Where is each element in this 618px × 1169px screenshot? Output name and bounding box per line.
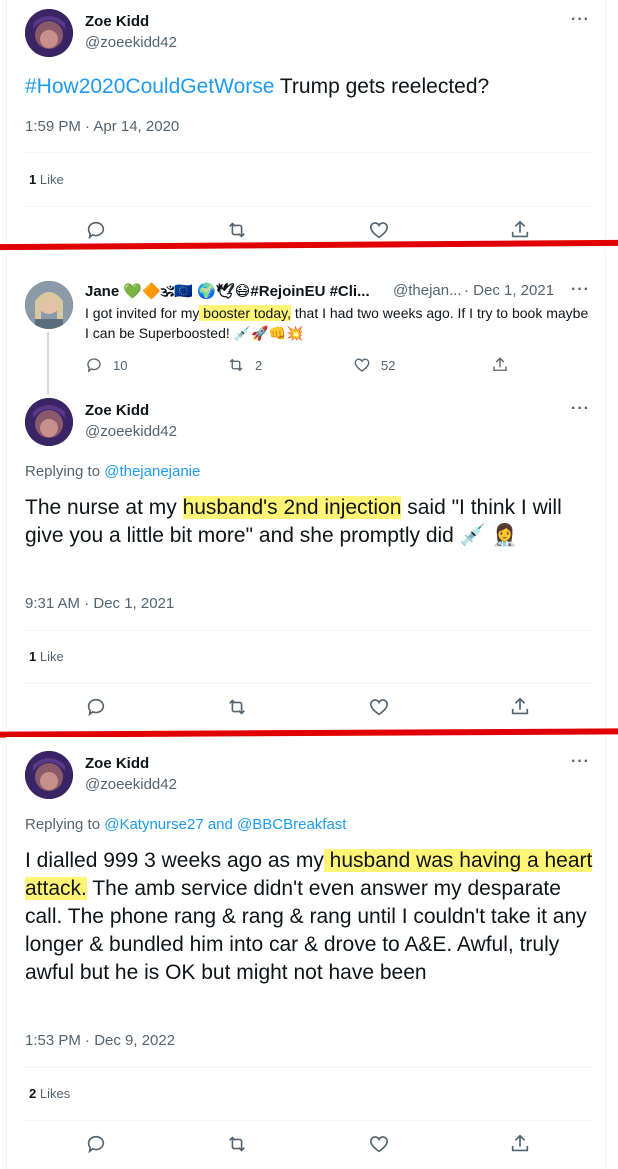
- share-icon[interactable]: [509, 696, 531, 718]
- like-count-number: 1: [29, 172, 37, 187]
- tweet-text: #How2020CouldGetWorse Trump gets reelect…: [25, 73, 595, 101]
- share-icon: [493, 357, 507, 371]
- more-options-icon[interactable]: ···: [571, 281, 590, 299]
- replying-to-label: Replying to: [25, 463, 105, 480]
- quoted-handle[interactable]: @thejan...: [393, 282, 462, 299]
- replying-to-link[interactable]: @thejanejanie: [104, 463, 200, 480]
- tweet-text-pre: I dialled 999 3 weeks ago as my: [25, 849, 324, 872]
- tweet-text-body: Trump gets reelected?: [274, 75, 490, 98]
- quoted-reply-count: 10: [113, 357, 128, 373]
- display-name[interactable]: Zoe Kidd: [85, 13, 149, 30]
- retweet-icon[interactable]: [226, 219, 248, 241]
- quoted-share[interactable]: [491, 356, 509, 374]
- tweet-1: Zoe Kidd @zoeekidd42 ··· #How2020CouldGe…: [6, 0, 606, 244]
- timestamp[interactable]: 9:31 AM · Dec 1, 2021: [25, 595, 174, 612]
- quoted-like-count: 52: [381, 357, 396, 373]
- avatar[interactable]: [25, 9, 73, 57]
- tweet-text-post: The amb service didn't even answer my de…: [25, 877, 587, 984]
- more-options-icon[interactable]: ···: [571, 753, 590, 771]
- like-count[interactable]: 1 Like: [29, 172, 64, 187]
- like-icon: [354, 358, 370, 372]
- tweet-2-thread: Jane 💚🔶🕉🇪🇺 🌍🕊😷#RejoinEU #Cli... @thejan.…: [6, 250, 606, 732]
- retweet-icon[interactable]: [226, 696, 248, 718]
- share-icon[interactable]: [509, 219, 531, 241]
- divider: [25, 1067, 591, 1068]
- display-name[interactable]: Zoe Kidd: [85, 755, 149, 772]
- avatar[interactable]: [25, 281, 73, 329]
- quoted-date[interactable]: · Dec 1, 2021: [464, 282, 554, 299]
- quoted-retweet-count: 2: [255, 357, 263, 373]
- reply-icon: [87, 358, 101, 373]
- more-options-icon[interactable]: ···: [571, 11, 590, 29]
- action-bar: [7, 696, 607, 720]
- tweet-text-highlight: husband's 2nd injection: [182, 496, 402, 519]
- hashtag-link[interactable]: #How2020CouldGetWorse: [25, 75, 274, 98]
- quoted-text: I got invited for my booster today, that…: [85, 303, 595, 343]
- quoted-retweet[interactable]: 2: [227, 356, 262, 374]
- avatar[interactable]: [25, 751, 73, 799]
- quoted-display-name[interactable]: Jane 💚🔶🕉🇪🇺 🌍🕊😷#RejoinEU #Cli...: [85, 282, 385, 300]
- tweet-text: The nurse at my husband's 2nd injection …: [25, 494, 595, 550]
- thread-line: [47, 332, 49, 394]
- like-icon[interactable]: [368, 219, 390, 241]
- timestamp[interactable]: 1:59 PM · Apr 14, 2020: [25, 118, 179, 135]
- quoted-text-pre: I got invited for my: [85, 305, 200, 321]
- more-options-icon[interactable]: ···: [571, 400, 590, 418]
- divider: [25, 1120, 591, 1121]
- tweet-text: I dialled 999 3 weeks ago as my husband …: [25, 847, 595, 987]
- retweet-icon: [229, 358, 243, 372]
- like-count-label: Likes: [39, 1086, 71, 1101]
- retweet-icon[interactable]: [226, 1133, 248, 1155]
- divider: [25, 152, 591, 153]
- reply-icon[interactable]: [85, 219, 107, 241]
- quoted-reply[interactable]: 10: [85, 356, 127, 374]
- timestamp[interactable]: 1:53 PM · Dec 9, 2022: [25, 1032, 175, 1049]
- user-handle[interactable]: @zoeekidd42: [85, 423, 177, 440]
- divider: [25, 683, 591, 684]
- action-bar: [7, 219, 607, 243]
- like-count[interactable]: 2 Likes: [29, 1086, 70, 1101]
- tweet-3: Zoe Kidd @zoeekidd42 ··· Replying to @Ka…: [6, 737, 606, 1169]
- like-count-number: 2: [29, 1086, 37, 1101]
- tweet-text-pre: The nurse at my: [25, 496, 183, 519]
- quoted-like[interactable]: 52: [353, 356, 395, 374]
- like-icon[interactable]: [368, 1133, 390, 1155]
- action-bar: [7, 1133, 607, 1157]
- like-count-label: Like: [39, 649, 64, 664]
- quoted-text-highlight: booster today,: [199, 305, 291, 321]
- share-icon[interactable]: [509, 1133, 531, 1155]
- user-handle[interactable]: @zoeekidd42: [85, 776, 177, 793]
- replying-to-link[interactable]: @Katynurse27 and @BBCBreakfast: [104, 816, 346, 833]
- like-count-number: 1: [29, 649, 37, 664]
- replying-to: Replying to @thejanejanie: [25, 463, 200, 480]
- display-name[interactable]: Zoe Kidd: [85, 402, 149, 419]
- user-handle[interactable]: @zoeekidd42: [85, 34, 177, 51]
- avatar[interactable]: [25, 398, 73, 446]
- replying-to: Replying to @Katynurse27 and @BBCBreakfa…: [25, 816, 346, 833]
- reply-icon[interactable]: [85, 696, 107, 718]
- divider: [25, 206, 591, 207]
- like-count-label: Like: [39, 172, 64, 187]
- replying-to-label: Replying to: [25, 816, 105, 833]
- divider: [25, 630, 591, 631]
- like-icon[interactable]: [368, 696, 390, 718]
- reply-icon[interactable]: [85, 1133, 107, 1155]
- like-count[interactable]: 1 Like: [29, 649, 64, 664]
